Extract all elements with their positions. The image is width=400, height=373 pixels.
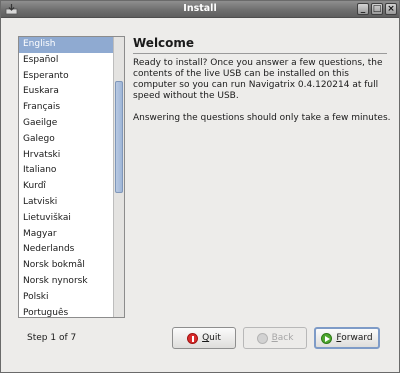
language-list-item[interactable]: Norsk bokmål [19, 258, 124, 274]
language-list-item[interactable]: Esperanto [19, 69, 124, 85]
language-list-item[interactable]: Português [19, 306, 124, 317]
back-button[interactable]: Back [243, 327, 307, 349]
language-list-items: English Español Esperanto Euskara Français Ga… [19, 37, 124, 317]
back-button-label: Back [271, 333, 294, 343]
language-list[interactable]: English Español Esperanto Euskara Français Ga… [18, 36, 125, 318]
language-list-item[interactable]: Français [19, 100, 124, 116]
quit-button-label: Quit [202, 333, 221, 343]
minimize-icon[interactable]: _ [357, 3, 369, 15]
forward-button[interactable]: Forward [314, 327, 380, 349]
language-list-item[interactable]: Gaeilge [19, 116, 124, 132]
forward-arrow-icon [321, 332, 333, 344]
language-list-item[interactable]: English [19, 37, 124, 53]
step-indicator: Step 1 of 7 [27, 333, 77, 343]
forward-button-label: Forward [336, 333, 373, 343]
language-list-item[interactable]: Galego [19, 132, 124, 148]
maximize-icon[interactable]: □ [371, 3, 383, 15]
language-list-item[interactable]: Euskara [19, 84, 124, 100]
language-list-item[interactable]: Kurdî [19, 179, 124, 195]
back-arrow-icon [256, 332, 268, 344]
title-bar[interactable]: Install _ □ × [1, 1, 399, 18]
language-list-item[interactable]: Norsk nynorsk [19, 274, 124, 290]
language-list-scrollbar[interactable] [113, 37, 124, 317]
installer-window: Install _ □ × English Español Esperanto Eus… [0, 0, 400, 373]
language-list-item[interactable]: Polski [19, 290, 124, 306]
page-title: Welcome [133, 36, 195, 50]
close-icon[interactable]: × [385, 3, 397, 15]
scrollbar-thumb[interactable] [115, 81, 123, 193]
intro-paragraph: Ready to install? Once you answer a few … [133, 58, 383, 101]
window-title: Install [183, 3, 217, 14]
language-list-item[interactable]: Hrvatski [19, 148, 124, 164]
heading-divider [133, 53, 387, 54]
language-list-item[interactable]: Magyar [19, 227, 124, 243]
language-list-item[interactable]: Lietuviškai [19, 211, 124, 227]
language-list-item[interactable]: Latviski [19, 195, 124, 211]
language-list-item[interactable]: Nederlands [19, 242, 124, 258]
language-list-item[interactable]: Italiano [19, 163, 124, 179]
quit-button[interactable]: Quit [172, 327, 236, 349]
language-list-item[interactable]: Español [19, 53, 124, 69]
quit-icon [187, 332, 199, 344]
time-estimate-paragraph: Answering the questions should only take… [133, 113, 391, 123]
